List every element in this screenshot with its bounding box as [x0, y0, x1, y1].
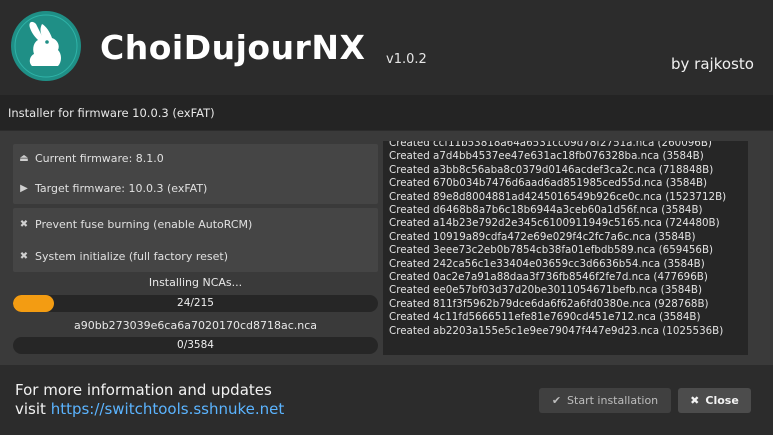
- log-line: Created ab2203a155e5c1e9ee79047f447e9d23…: [389, 324, 724, 337]
- install-log[interactable]: Created ccf11b53818a64a6531cc09d78f2751a…: [383, 141, 748, 355]
- log-line: Created a14b23e792d2e345c6100911949c5165…: [389, 217, 720, 230]
- app-version: v1.0.2: [386, 52, 427, 67]
- installer-subtitle: Installer for firmware 10.0.3 (exFAT): [8, 106, 215, 120]
- nca-progress-bar: 24/215: [13, 295, 378, 312]
- start-installation-label: Start installation: [567, 394, 659, 407]
- current-firmware-row: ⏏ Current firmware: 8.1.0: [19, 152, 164, 165]
- log-line: Created ccf11b53818a64a6531cc09d78f2751a…: [389, 141, 712, 149]
- play-icon: ▶: [20, 183, 28, 194]
- log-line: Created d6468b8a7b6c18b6944a3ceb60a1d56f…: [389, 204, 703, 217]
- system-init-option[interactable]: ✖ System initialize (full factory reset): [19, 250, 228, 263]
- log-line: Created 4c11fd5666511efe81e7690cd451e712…: [389, 311, 701, 324]
- rabbit-logo-icon: [11, 11, 81, 81]
- options-group: ✖ Prevent fuse burning (enable AutoRCM) …: [13, 208, 378, 272]
- system-init-label: System initialize (full factory reset): [35, 250, 228, 263]
- current-firmware-label: Current firmware: 8.1.0: [35, 152, 164, 165]
- check-icon: ✔: [551, 394, 562, 407]
- log-line: Created ee0e57bf03d37d20be3011054671befb…: [389, 284, 702, 297]
- install-status: Installing NCAs...: [148, 276, 243, 289]
- footer-visit-label: visit: [15, 400, 46, 418]
- log-line: Created 811f3f5962b79dce6da6f62a6fd0380e…: [389, 297, 709, 310]
- log-lines: Created ccf11b53818a64a6531cc09d78f2751a…: [383, 141, 748, 338]
- current-nca-name: a90bb273039e6ca6a7020170cd8718ac.nca: [73, 319, 318, 332]
- close-label: Close: [705, 394, 739, 407]
- log-line: Created 3eee73c2eb0b7854cb38fa01efbdb589…: [389, 244, 714, 257]
- target-firmware-row: ▶ Target firmware: 10.0.3 (exFAT): [19, 182, 207, 195]
- website-link[interactable]: https://switchtools.sshnuke.net: [51, 400, 285, 418]
- footer-visit-line: visit https://switchtools.sshnuke.net: [15, 400, 284, 419]
- footer-info-line: For more information and updates: [15, 381, 272, 399]
- log-line: Created a7d4bb4537ee47e631ac18fb076328ba…: [389, 150, 704, 163]
- x-icon: ✖: [19, 219, 29, 230]
- log-line: Created 89e8d8004881ad4245016549b926ce0c…: [389, 190, 727, 203]
- app-title: ChoiDujourNX: [100, 28, 366, 67]
- firmware-info-group: ⏏ Current firmware: 8.1.0 ▶ Target firmw…: [13, 144, 378, 204]
- app-header: ChoiDujourNX v1.0.2 by rajkosto: [0, 0, 773, 92]
- log-line: Created 0ac2e7a91a88daa3f736fb8546f2fe7d…: [389, 271, 708, 284]
- eject-icon: ⏏: [19, 153, 29, 164]
- start-installation-button[interactable]: ✔ Start installation: [539, 388, 671, 413]
- log-line: Created 10919a89cdfa472e69e029f4c2fc7a6c…: [389, 230, 696, 243]
- target-firmware-label: Target firmware: 10.0.3 (exFAT): [35, 182, 208, 195]
- x-icon: ✖: [690, 394, 700, 407]
- log-line: Created 670b034b7476d6aad6ad851985ced55d…: [389, 177, 708, 190]
- prevent-fuse-option[interactable]: ✖ Prevent fuse burning (enable AutoRCM): [19, 218, 253, 231]
- nca-progress-text: 24/215: [177, 297, 214, 309]
- log-line: Created a3bb8c56aba8c0379d0146acdef3ca2c…: [389, 163, 714, 176]
- prevent-fuse-label: Prevent fuse burning (enable AutoRCM): [35, 218, 253, 231]
- x-icon: ✖: [19, 251, 29, 262]
- footer-info: For more information and updates visit h…: [15, 381, 284, 419]
- author-credit: by rajkosto: [671, 55, 754, 73]
- close-button[interactable]: ✖ Close: [678, 388, 751, 413]
- log-line: Created 242ca56c1e33404e03659cc3d6636b54…: [389, 257, 705, 270]
- bytes-progress-bar: 0/3584: [13, 337, 378, 354]
- bytes-progress-text: 0/3584: [177, 339, 214, 351]
